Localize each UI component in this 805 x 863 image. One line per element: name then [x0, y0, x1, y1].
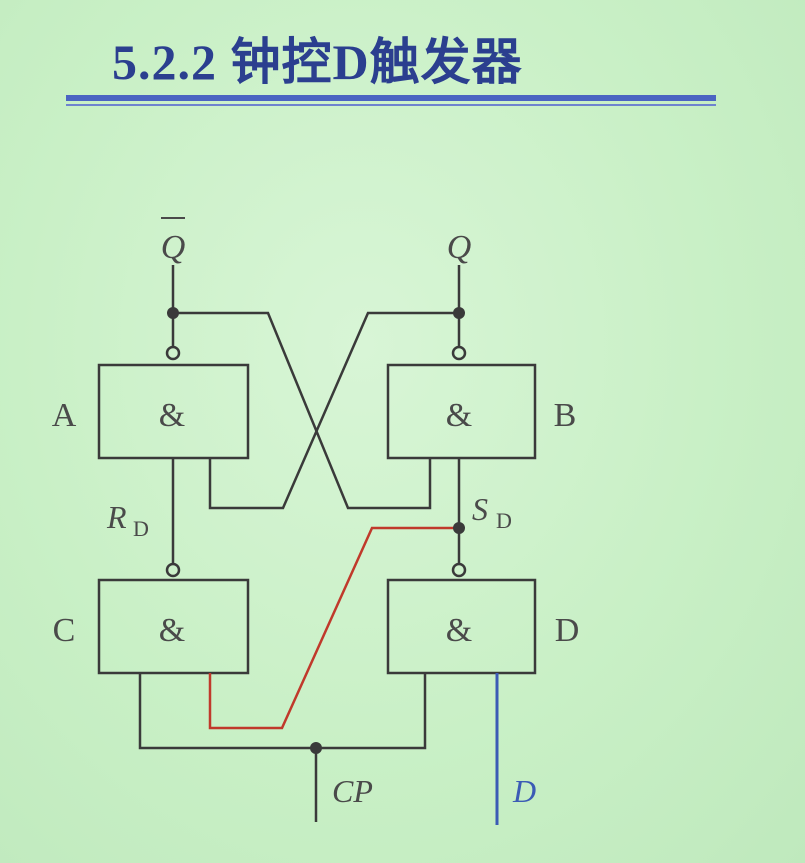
gate-a-bubble — [165, 345, 181, 361]
gate-d-symbol: & — [446, 612, 472, 649]
rd-label-sub: D — [133, 516, 149, 541]
gate-a-name: A — [52, 397, 77, 434]
d-input-label: D — [512, 773, 536, 809]
gate-b-symbol: & — [446, 397, 472, 434]
gate-c-symbol: & — [159, 612, 185, 649]
cp-label: CP — [332, 773, 373, 809]
q-junction-dot — [453, 307, 465, 319]
q-bar-junction-dot — [167, 307, 179, 319]
gate-d-name: D — [555, 612, 580, 649]
gate-b-name: B — [554, 397, 577, 434]
gate-a-symbol: & — [159, 397, 185, 434]
gate-c-name: C — [53, 612, 76, 649]
cross-wire-a-to-b — [173, 311, 432, 510]
q-label: Q — [447, 229, 472, 266]
q-bar-label: Q — [161, 229, 186, 266]
sd-label-main: S — [472, 491, 488, 527]
rd-label-main: R — [106, 499, 127, 535]
cp-junction-dot — [310, 742, 322, 754]
cp-bus-wire — [138, 673, 427, 750]
clocked-d-flipflop-diagram: Q Q & & & & A B C D R D S D CP D — [52, 217, 580, 825]
gate-c-bubble — [165, 562, 181, 578]
sd-label-sub: D — [496, 508, 512, 533]
gate-d-bubble — [451, 562, 467, 578]
gate-b-bubble — [451, 345, 467, 361]
sd-junction-dot — [453, 522, 465, 534]
